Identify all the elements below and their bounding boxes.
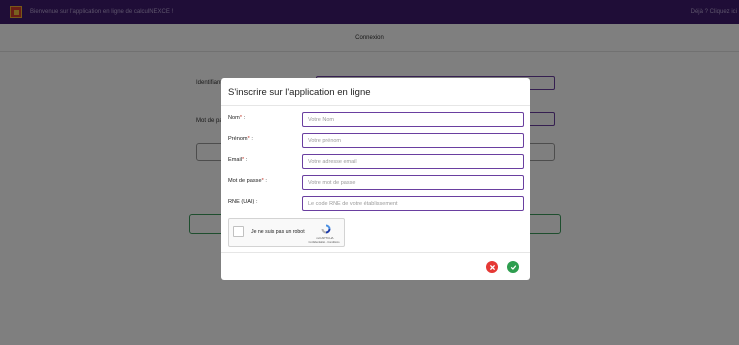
close-circle-icon bbox=[489, 264, 495, 270]
prenom-label: Prénom* : bbox=[228, 136, 253, 142]
recaptcha-text: Je ne suis pas un robot bbox=[251, 229, 305, 235]
prenom-input[interactable] bbox=[302, 133, 524, 148]
recaptcha-icon bbox=[321, 224, 331, 234]
field-row-rne: RNE (UAI) : bbox=[228, 196, 524, 211]
nom-input[interactable] bbox=[302, 112, 524, 127]
recaptcha-brand: reCAPTCHA bbox=[316, 236, 334, 240]
field-row-email: Email* : bbox=[228, 154, 524, 169]
field-row-password: Mot de passe* : bbox=[228, 175, 524, 190]
nom-label: Nom* : bbox=[228, 115, 246, 121]
signup-modal: S'inscrire sur l'application en ligne No… bbox=[221, 78, 530, 280]
recaptcha-links[interactable]: Confidentialité - Conditions bbox=[308, 241, 340, 244]
password-input[interactable] bbox=[302, 175, 524, 190]
check-circle-icon bbox=[510, 264, 516, 270]
rne-label: RNE (UAI) : bbox=[228, 199, 258, 205]
modal-footer bbox=[221, 252, 530, 280]
email-input[interactable] bbox=[302, 154, 524, 169]
recaptcha-widget: Je ne suis pas un robot reCAPTCHA Confid… bbox=[228, 218, 345, 247]
confirm-button[interactable] bbox=[507, 261, 519, 273]
password-label: Mot de passe* : bbox=[228, 178, 267, 184]
field-row-prenom: Prénom* : bbox=[228, 133, 524, 148]
modal-title: S'inscrire sur l'application en ligne bbox=[221, 78, 530, 106]
recaptcha-checkbox[interactable] bbox=[233, 226, 244, 237]
cancel-button[interactable] bbox=[486, 261, 498, 273]
email-label: Email* : bbox=[228, 157, 248, 163]
rne-input[interactable] bbox=[302, 196, 524, 211]
field-row-nom: Nom* : bbox=[228, 112, 524, 127]
